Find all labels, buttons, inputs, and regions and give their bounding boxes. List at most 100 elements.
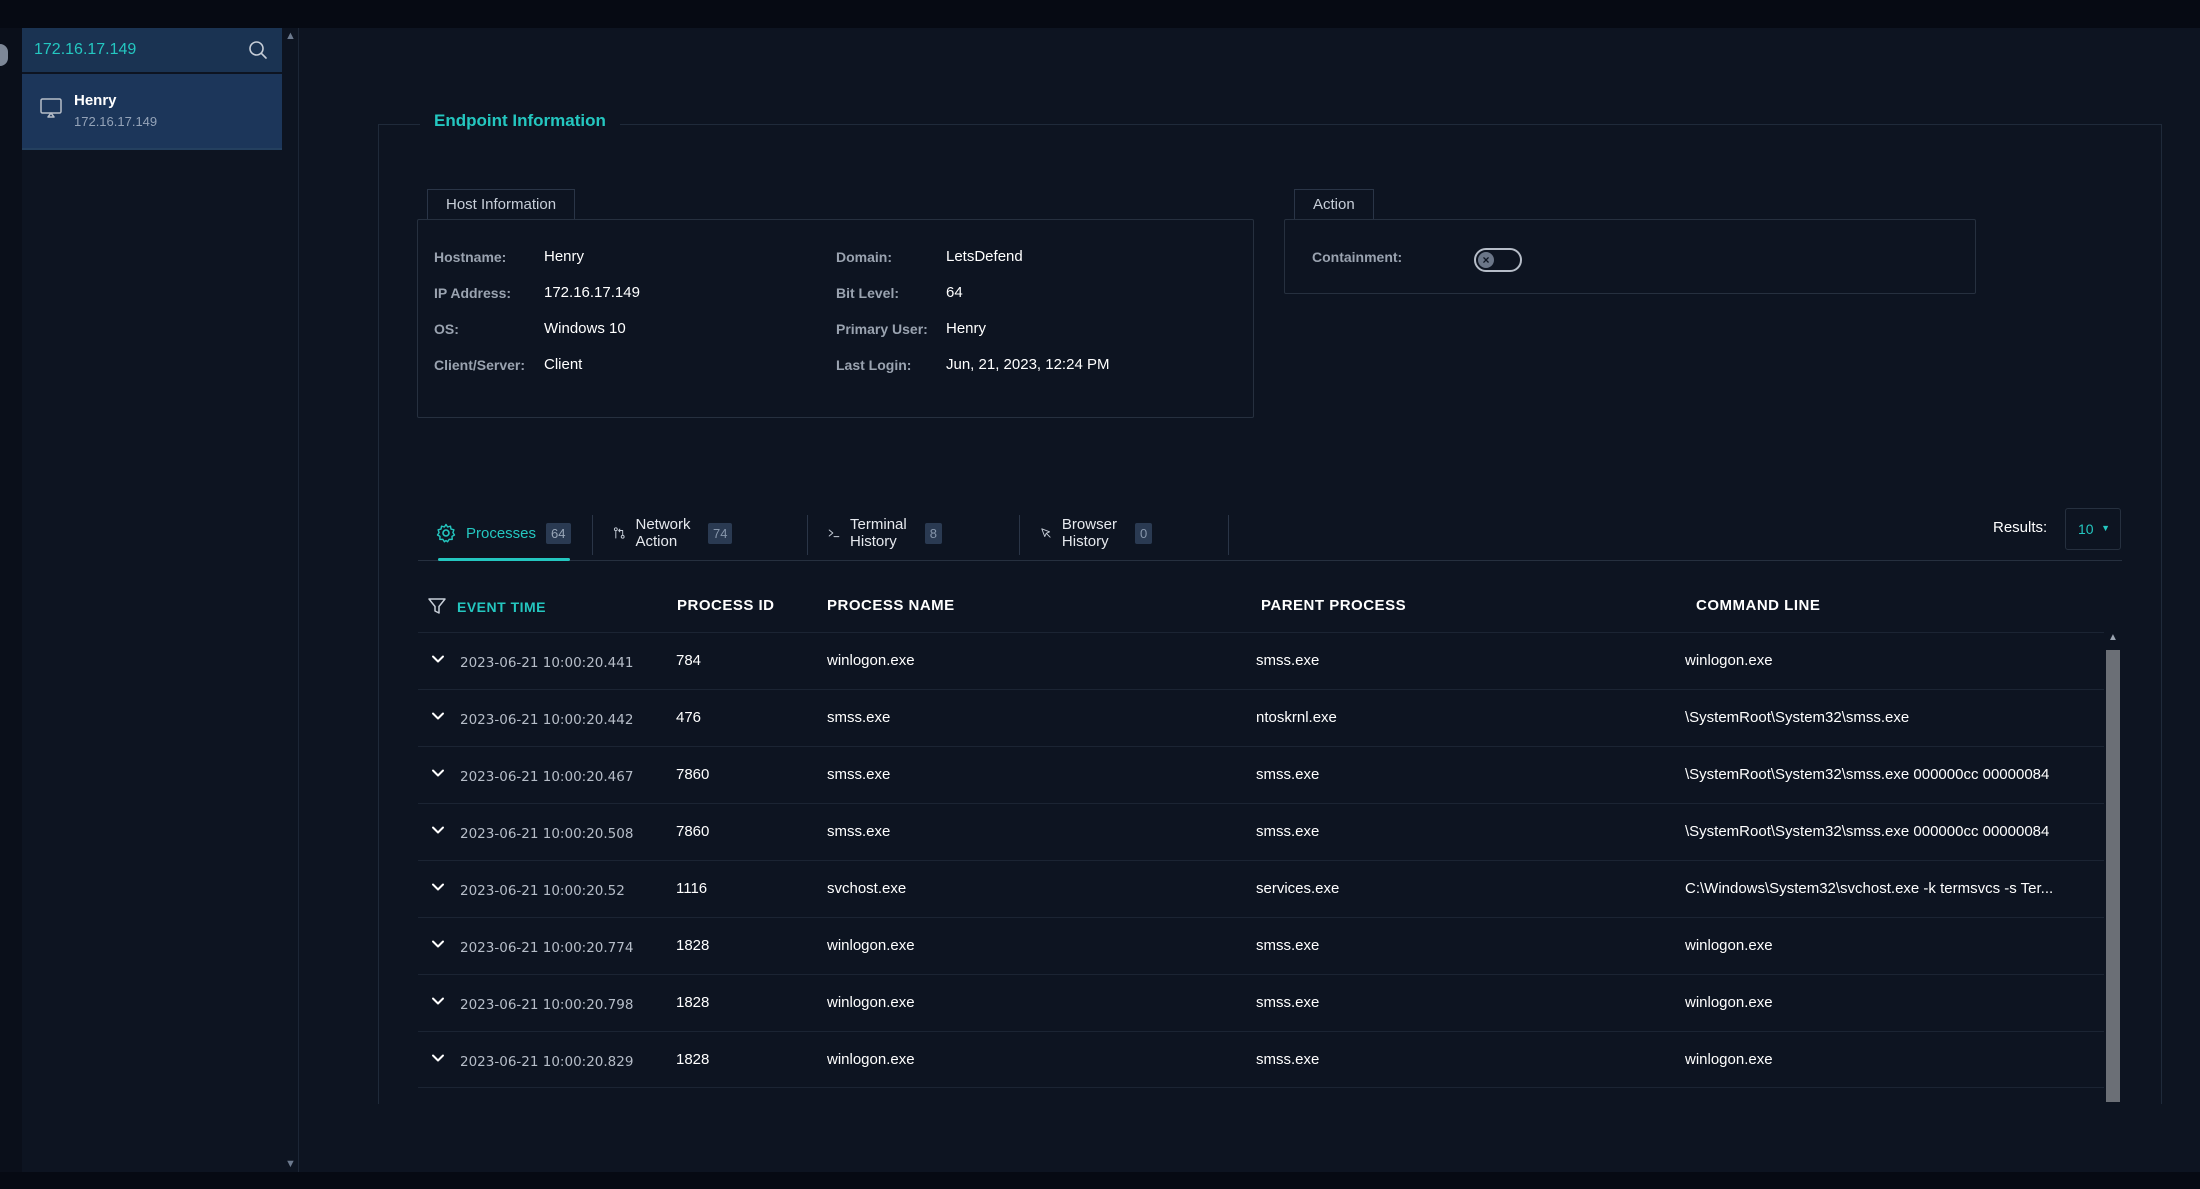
- table-row[interactable]: 2023-06-21 10:00:20.52 1116 svchost.exe …: [418, 860, 2104, 917]
- table-row[interactable]: 2023-06-21 10:00:20.774 1828 winlogon.ex…: [418, 917, 2104, 974]
- command-line: \SystemRoot\System32\smss.exe 000000cc 0…: [1685, 766, 2050, 783]
- event-time: 2023-06-21 10:00:20.52: [460, 883, 625, 899]
- search-box: [22, 28, 282, 72]
- scrollbar-thumb[interactable]: [2106, 650, 2120, 1102]
- tab-divider: [592, 515, 593, 555]
- filter-icon[interactable]: [427, 596, 447, 616]
- process-name: smss.exe: [827, 766, 891, 783]
- primary-user-label: Primary User:: [836, 321, 928, 337]
- process-id: 1828: [676, 1051, 710, 1068]
- table-row[interactable]: 2023-06-21 10:00:20.508 7860 smss.exe sm…: [418, 803, 2104, 860]
- containment-toggle[interactable]: ×: [1474, 248, 1522, 272]
- process-name: winlogon.exe: [827, 937, 915, 954]
- chevron-down-icon[interactable]: [430, 651, 446, 667]
- process-name: smss.exe: [827, 709, 891, 726]
- ip-address-value: 172.16.17.149: [544, 284, 640, 301]
- gear-icon: [436, 523, 456, 543]
- toggle-off-icon: ×: [1478, 252, 1494, 268]
- tab-browser-history-label: Browser History: [1061, 516, 1117, 550]
- parent-process: services.exe: [1256, 880, 1340, 897]
- hostname-value: Henry: [544, 248, 585, 265]
- host-info-legend: Host Information: [427, 189, 576, 219]
- command-line: winlogon.exe: [1685, 937, 1773, 954]
- chevron-down-icon[interactable]: [430, 879, 446, 895]
- chevron-down-icon[interactable]: [430, 822, 446, 838]
- parent-process: smss.exe: [1256, 823, 1320, 840]
- tab-divider: [1019, 515, 1020, 555]
- parent-process: smss.exe: [1256, 994, 1320, 1011]
- collapse-handle[interactable]: [0, 44, 8, 66]
- parent-process: smss.exe: [1256, 652, 1320, 669]
- process-name: svchost.exe: [827, 880, 907, 897]
- client-server-label: Client/Server:: [434, 357, 526, 373]
- chevron-down-icon[interactable]: [430, 708, 446, 724]
- tab-processes-label: Processes: [466, 524, 537, 542]
- tab-network-action[interactable]: Network Action 74: [613, 505, 733, 561]
- event-time: 2023-06-21 10:00:20.508: [460, 826, 634, 842]
- search-icon[interactable]: [248, 40, 268, 60]
- table-row[interactable]: 2023-06-21 10:00:20.467 7860 smss.exe sm…: [418, 746, 2104, 803]
- scroll-up-icon[interactable]: ▲: [285, 30, 296, 42]
- host-list-item[interactable]: Henry 172.16.17.149: [22, 74, 282, 150]
- chevron-down-icon[interactable]: [430, 936, 446, 952]
- column-parent-process[interactable]: PARENT PROCESS: [1261, 597, 1406, 614]
- chevron-down-icon[interactable]: [430, 993, 446, 1009]
- table-scrollbar[interactable]: ▲: [2104, 632, 2121, 1102]
- table-row[interactable]: 2023-06-21 10:00:20.441 784 winlogon.exe…: [418, 632, 2104, 689]
- event-time: 2023-06-21 10:00:20.829: [460, 1054, 634, 1070]
- process-name: winlogon.exe: [827, 994, 915, 1011]
- top-bar: [0, 0, 2200, 28]
- containment-label: Containment:: [1312, 249, 1403, 265]
- column-event-time[interactable]: EVENT TIME: [457, 599, 546, 615]
- ip-address-label: IP Address:: [434, 285, 512, 301]
- command-line: winlogon.exe: [1685, 1051, 1773, 1068]
- table-row[interactable]: 2023-06-21 10:00:20.798 1828 winlogon.ex…: [418, 974, 2104, 1031]
- results-select[interactable]: 10 ▼: [2065, 508, 2121, 550]
- tab-divider: [807, 515, 808, 555]
- tab-processes[interactable]: Processes 64: [436, 505, 571, 561]
- process-id: 1828: [676, 937, 710, 954]
- event-time: 2023-06-21 10:00:20.467: [460, 769, 634, 785]
- tab-divider: [1228, 515, 1229, 555]
- scroll-up-icon[interactable]: ▲: [2108, 632, 2118, 643]
- chevron-down-icon[interactable]: [430, 765, 446, 781]
- tab-network-action-label: Network Action: [635, 516, 691, 550]
- chevron-down-icon[interactable]: [430, 1050, 446, 1066]
- command-line: winlogon.exe: [1685, 994, 1773, 1011]
- terminal-icon: [828, 529, 840, 538]
- column-command-line[interactable]: COMMAND LINE: [1696, 597, 1820, 614]
- event-time: 2023-06-21 10:00:20.774: [460, 940, 634, 956]
- results-label: Results:: [1993, 519, 2048, 536]
- tab-terminal-history[interactable]: Terminal History 8: [828, 505, 942, 561]
- primary-user-value: Henry: [946, 320, 987, 337]
- scroll-down-icon[interactable]: ▼: [285, 1158, 296, 1170]
- action-legend: Action: [1294, 189, 1374, 219]
- tab-browser-history[interactable]: Browser History 0: [1040, 505, 1153, 561]
- column-process-name[interactable]: PROCESS NAME: [827, 597, 955, 614]
- host-ip: 172.16.17.149: [74, 114, 158, 129]
- process-name: winlogon.exe: [827, 1051, 915, 1068]
- chevron-down-icon: ▼: [2101, 523, 2110, 533]
- table-row[interactable]: 2023-06-21 10:00:20.829 1828 winlogon.ex…: [418, 1031, 2104, 1088]
- process-name: smss.exe: [827, 823, 891, 840]
- left-scrollbar[interactable]: ▲ ▼: [282, 28, 299, 1172]
- search-input[interactable]: [34, 41, 234, 59]
- monitor-icon: [40, 98, 62, 118]
- column-process-id[interactable]: PROCESS ID: [677, 597, 775, 614]
- event-time: 2023-06-21 10:00:20.442: [460, 712, 634, 728]
- parent-process: ntoskrnl.exe: [1256, 709, 1337, 726]
- process-id: 1828: [676, 994, 710, 1011]
- host-name: Henry: [74, 92, 117, 109]
- process-name: winlogon.exe: [827, 652, 915, 669]
- os-value: Windows 10: [544, 320, 626, 337]
- domain-value: LetsDefend: [946, 248, 1023, 265]
- host-search-panel: Henry 172.16.17.149 ▲ ▼: [22, 28, 299, 1172]
- command-line: \SystemRoot\System32\smss.exe 000000cc 0…: [1685, 823, 2050, 840]
- cursor-icon: [1041, 528, 1051, 538]
- last-login-value: Jun, 21, 2023, 12:24 PM: [946, 356, 1110, 373]
- parent-process: smss.exe: [1256, 937, 1320, 954]
- client-server-value: Client: [544, 356, 583, 373]
- command-line: winlogon.exe: [1685, 652, 1773, 669]
- table-row[interactable]: 2023-06-21 10:00:20.442 476 smss.exe nto…: [418, 689, 2104, 746]
- tab-network-action-count: 74: [708, 522, 733, 544]
